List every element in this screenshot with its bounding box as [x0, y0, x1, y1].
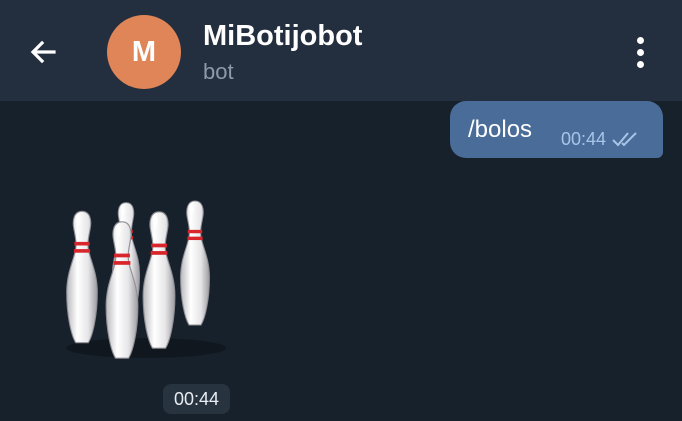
- bowling-pin: [66, 210, 98, 344]
- chat-header: M MiBotijobot bot: [0, 0, 682, 101]
- arrow-left-icon: [30, 40, 56, 64]
- message-list[interactable]: /bolos 00:44 00:44: [0, 101, 682, 421]
- chat-title[interactable]: MiBotijobot: [203, 19, 362, 53]
- bowling-pin: [180, 200, 210, 326]
- sticker-time: 00:44: [163, 384, 230, 414]
- bowling-pins-sticker[interactable]: [58, 198, 234, 365]
- message-meta: 00:44: [561, 128, 641, 150]
- message-time: 00:44: [561, 129, 607, 149]
- bowling-pin: [142, 211, 176, 349]
- chat-subtitle: bot: [203, 59, 234, 84]
- more-vertical-icon: [636, 36, 644, 44]
- double-check-icon: [612, 132, 637, 147]
- outgoing-message[interactable]: /bolos 00:44: [450, 101, 663, 158]
- back-button[interactable]: [20, 29, 66, 75]
- more-options-button[interactable]: [622, 30, 658, 74]
- message-text: /bolos: [468, 116, 533, 143]
- avatar[interactable]: M: [107, 15, 181, 89]
